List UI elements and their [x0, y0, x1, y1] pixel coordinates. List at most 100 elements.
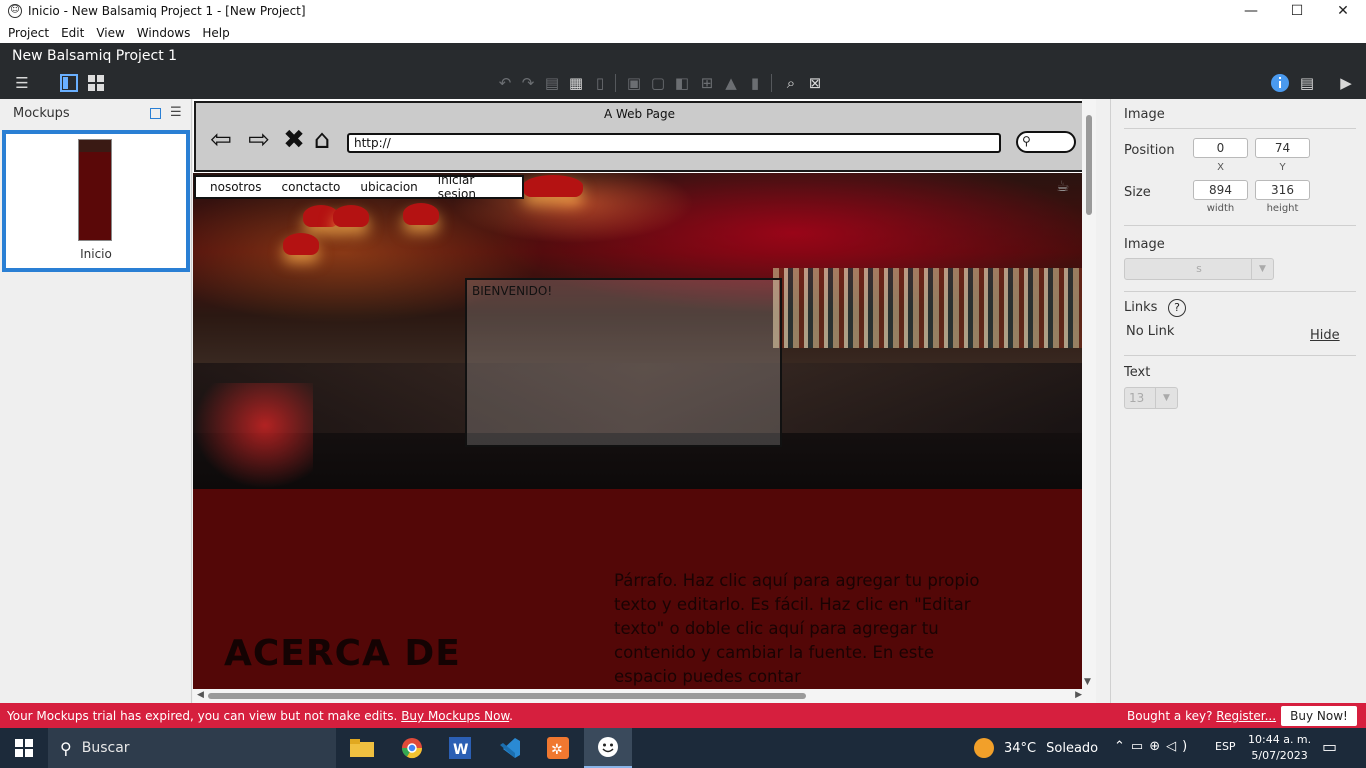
about-section: ACERCA DE Párrafo. Haz clic aquí para ag…	[193, 489, 1086, 703]
notifications-icon[interactable]: ▭	[1322, 737, 1337, 756]
chrome-icon[interactable]	[388, 728, 436, 768]
network-icon[interactable]: ⊕	[1149, 739, 1166, 754]
redo-icon[interactable]: ↷	[518, 73, 538, 93]
weather-widget[interactable]: 34°C Soleado	[974, 738, 1098, 758]
grid-view-icon[interactable]	[86, 73, 106, 93]
chevron-down-icon: ▼	[1155, 388, 1177, 408]
about-heading[interactable]: ACERCA DE	[224, 633, 461, 674]
forward-arrow-icon[interactable]: ⇨	[244, 125, 274, 155]
window-controls: — ☐ ✕	[1228, 0, 1366, 22]
trial-banner: Your Mockups trial has expired, you can …	[0, 703, 1366, 728]
bring-front-icon[interactable]: ◧	[672, 73, 692, 93]
balsamiq-icon[interactable]	[584, 728, 632, 768]
nav-item-iniciar-sesion[interactable]: iniciar sesion	[438, 173, 502, 201]
scroll-down-arrow-icon[interactable]: ▼	[1084, 677, 1091, 687]
mockup-thumbnail-inicio[interactable]: Inicio	[2, 130, 190, 272]
xampp-icon[interactable]: ✲	[534, 728, 582, 768]
ungroup-icon[interactable]: ▢	[648, 73, 668, 93]
present-icon[interactable]: ▶	[1336, 73, 1356, 93]
lamp-decoration	[283, 233, 319, 255]
delete-icon[interactable]: ▯	[590, 73, 610, 93]
hero-bar-image[interactable]: ☕ nosotros conctacto ubicacion iniciar s…	[193, 173, 1086, 489]
menu-edit[interactable]: Edit	[55, 26, 90, 40]
menu-windows[interactable]: Windows	[131, 26, 197, 40]
register-link[interactable]: Register...	[1216, 709, 1276, 723]
search-icon: ⚲	[1022, 134, 1031, 148]
list-view-icon[interactable]: ☰	[170, 105, 182, 120]
menu-help[interactable]: Help	[196, 26, 235, 40]
position-y-field[interactable]: 74	[1255, 138, 1310, 158]
taskbar-search[interactable]: ⚲ Buscar	[48, 728, 336, 768]
menu-project[interactable]: Project	[2, 26, 55, 40]
hamburger-menu-icon[interactable]: ☰	[12, 73, 32, 93]
horizontal-scroll-thumb[interactable]	[208, 693, 806, 699]
vertical-scroll-thumb[interactable]	[1086, 115, 1092, 215]
text-size-select[interactable]: 13 ▼	[1124, 387, 1178, 409]
window-titlebar: ☺ Inicio - New Balsamiq Project 1 - [New…	[0, 0, 1366, 22]
mockup-canvas[interactable]: A Web Page ⇦ ⇨ ✖ ⌂ http:// ⚲ ☕ nosotros …	[193, 99, 1096, 703]
battery-icon[interactable]: ▭	[1131, 739, 1149, 754]
trash-icon[interactable]: ▮	[745, 73, 765, 93]
maximize-button[interactable]: ☐	[1274, 0, 1320, 22]
trial-message-text: Your Mockups trial has expired, you can …	[7, 709, 398, 723]
language-indicator[interactable]: ESP	[1215, 740, 1236, 753]
home-icon[interactable]: ⌂	[307, 125, 337, 155]
project-name: New Balsamiq Project 1	[12, 48, 178, 64]
stop-icon[interactable]: ✖	[279, 125, 309, 155]
position-x-field[interactable]: 0	[1193, 138, 1248, 158]
canvas-vertical-scrollbar[interactable]: ▼	[1082, 99, 1096, 689]
site-nav-menu: nosotros conctacto ubicacion iniciar ses…	[194, 173, 524, 201]
nav-item-contacto[interactable]: conctacto	[282, 180, 341, 194]
menu-view[interactable]: View	[90, 26, 130, 40]
browser-window-bar[interactable]: A Web Page ⇦ ⇨ ✖ ⌂ http:// ⚲	[194, 101, 1085, 172]
width-field[interactable]: 894	[1193, 180, 1248, 200]
copy-icon[interactable]: ▤	[542, 73, 562, 93]
thumbnail-view-icon[interactable]	[150, 108, 161, 119]
links-help-icon[interactable]: ?	[1168, 299, 1186, 317]
minimize-button[interactable]: —	[1228, 0, 1274, 22]
start-button[interactable]	[0, 728, 48, 768]
system-tray[interactable]: ⌃▭⊕◁)	[1114, 739, 1193, 754]
lock-icon[interactable]: ▲	[721, 73, 741, 93]
buy-mockups-link[interactable]: Buy Mockups Now	[401, 709, 509, 723]
url-field[interactable]: http://	[347, 133, 1001, 153]
chevron-up-icon[interactable]: ⌃	[1114, 739, 1131, 754]
register-area: Bought a key? Register...	[1127, 709, 1276, 723]
buy-now-button[interactable]: Buy Now!	[1281, 706, 1357, 726]
link-value: No Link	[1126, 324, 1175, 339]
scroll-left-arrow-icon[interactable]: ◀	[197, 690, 204, 700]
file-explorer-icon[interactable]	[338, 728, 386, 768]
hide-link[interactable]: Hide	[1310, 328, 1340, 343]
single-view-icon[interactable]	[59, 73, 79, 93]
height-field[interactable]: 316	[1255, 180, 1310, 200]
width-label: width	[1206, 203, 1235, 214]
info-icon[interactable]	[1270, 73, 1290, 93]
weather-desc: Soleado	[1046, 740, 1099, 756]
notes-icon[interactable]: ▤	[1297, 73, 1317, 93]
canvas-horizontal-scrollbar[interactable]: ◀ ▶	[193, 689, 1096, 703]
clear-icon[interactable]: ⊠	[805, 73, 825, 93]
clock[interactable]: 10:44 a. m. 5/07/2023	[1248, 732, 1311, 764]
word-icon[interactable]: W	[436, 728, 484, 768]
svg-text:✲: ✲	[551, 742, 563, 758]
nav-item-nosotros[interactable]: nosotros	[210, 180, 262, 194]
window-title: Inicio - New Balsamiq Project 1 - [New P…	[28, 4, 306, 18]
nav-item-ubicacion[interactable]: ubicacion	[360, 180, 417, 194]
paste-icon[interactable]: ▦	[566, 73, 586, 93]
group-icon[interactable]: ▣	[624, 73, 644, 93]
about-paragraph[interactable]: Párrafo. Haz clic aquí para agregar tu p…	[614, 569, 986, 689]
image-source-select[interactable]: s ▼	[1124, 258, 1274, 280]
welcome-box[interactable]: BIENVENIDO!	[465, 278, 782, 447]
scroll-right-arrow-icon[interactable]: ▶	[1075, 690, 1082, 700]
browser-search-field[interactable]: ⚲	[1016, 131, 1076, 153]
weather-temp: 34°C	[1004, 740, 1037, 756]
undo-icon[interactable]: ↶	[495, 73, 515, 93]
clock-date: 5/07/2023	[1251, 749, 1308, 762]
volume-icon[interactable]: ◁)	[1166, 739, 1193, 754]
find-icon[interactable]: ⌕	[781, 73, 801, 93]
cup-icon: ☕	[1056, 177, 1070, 195]
back-arrow-icon[interactable]: ⇦	[206, 125, 236, 155]
vscode-icon[interactable]	[486, 728, 534, 768]
close-button[interactable]: ✕	[1320, 0, 1366, 22]
align-icon[interactable]: ⊞	[697, 73, 717, 93]
